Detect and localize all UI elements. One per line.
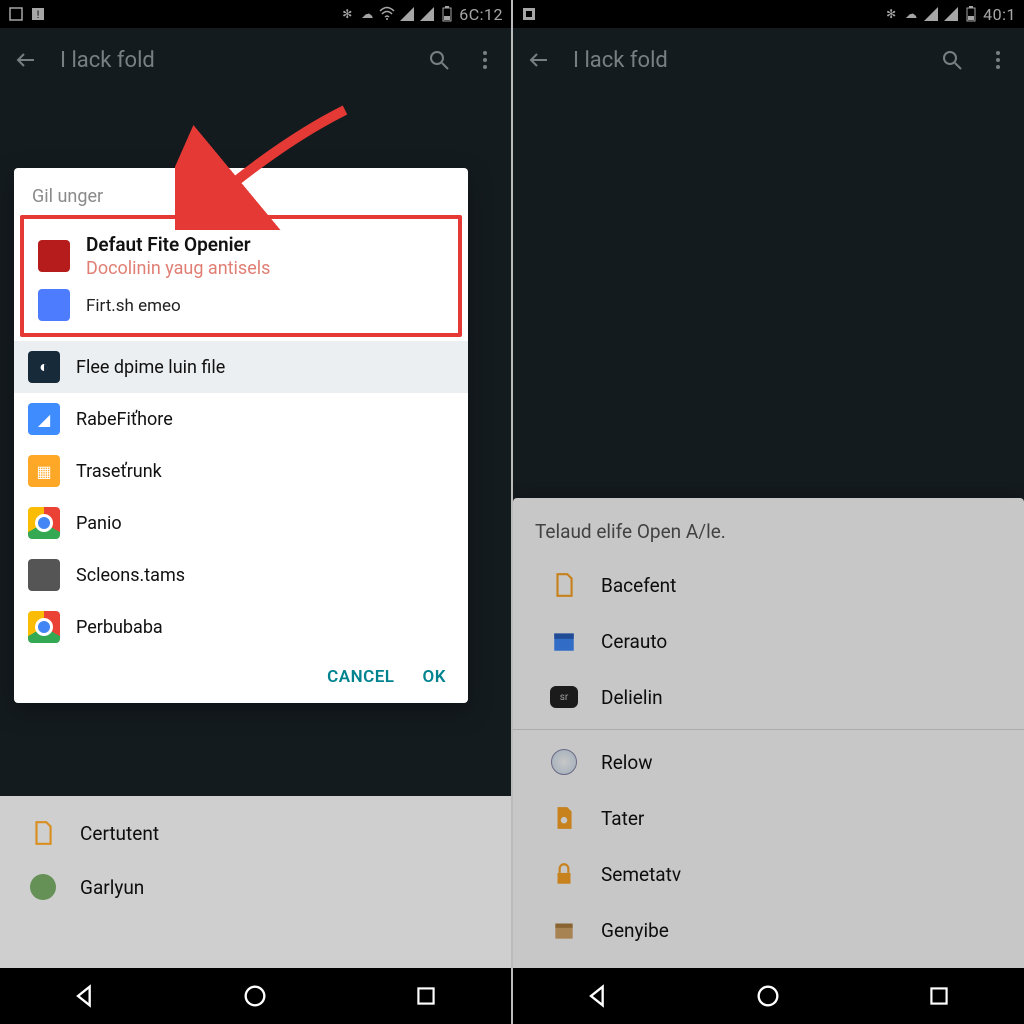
ok-button[interactable]: OK — [423, 667, 447, 687]
list-item[interactable]: Relow — [513, 734, 1024, 790]
doc-icon — [549, 570, 579, 600]
globe-icon — [549, 747, 579, 777]
chrome-icon — [28, 507, 60, 539]
list-item[interactable]: Bacefent — [513, 557, 1024, 613]
list-item-label: Certutent — [80, 822, 159, 845]
app-icon — [38, 240, 70, 272]
option-subtitle: Firt.sh emeo — [86, 296, 181, 316]
doc-icon — [549, 803, 579, 833]
dialog-option[interactable]: Firt.sh emeo — [24, 289, 458, 331]
dialog-option[interactable]: ◐ Flee dpime luin file — [14, 341, 468, 393]
option-subtitle: Docolinin yaug antisels — [86, 258, 270, 279]
nav-bar — [0, 968, 511, 1024]
list-item-label: Tater — [601, 807, 644, 830]
list-item-label: Bacefent — [601, 574, 676, 597]
doc-icon: ▦ — [28, 455, 60, 487]
list-item-label: Relow — [601, 751, 653, 774]
annotation-highlight: Defaut Fite Openier Docolinin yaug antis… — [20, 215, 462, 337]
chrome-icon — [28, 611, 60, 643]
camera-icon: sr — [549, 682, 579, 712]
list-item-label: Semetatv — [601, 863, 681, 886]
option-label: RabeFiťhore — [76, 409, 173, 430]
nav-back[interactable] — [61, 976, 109, 1016]
list-item[interactable]: Semetatv — [513, 846, 1024, 902]
list-item-label: Garlyun — [80, 876, 144, 899]
list-item[interactable]: Cerauto — [513, 613, 1024, 669]
background-list: Certutent Garlyun — [0, 796, 511, 968]
nav-home[interactable] — [744, 976, 792, 1016]
lock-icon — [549, 859, 579, 889]
option-label: Perbubaba — [76, 617, 163, 638]
dialog-option[interactable]: ▦ Traseťrunk — [14, 445, 468, 497]
phone-left: ! ✻ ☁ 6C:12 I lack fold Certutent — [0, 0, 511, 1024]
app-icon — [28, 926, 58, 956]
option-label: Defaut Fite Openier — [86, 233, 270, 256]
list-item-label: Genyibe — [601, 919, 669, 942]
list-item-label: Delielin — [601, 686, 663, 709]
option-label: Scleons.tams — [76, 565, 185, 586]
dialog-option[interactable]: ◢ RabeFiťhore — [14, 393, 468, 445]
list-item[interactable] — [0, 914, 511, 968]
nav-back[interactable] — [574, 976, 622, 1016]
dialog-option[interactable]: Perbubaba — [14, 601, 468, 653]
doc-icon — [28, 818, 58, 848]
list-item[interactable]: Certutent — [0, 806, 511, 860]
list-item[interactable]: Genyibe — [513, 902, 1024, 958]
nav-home[interactable] — [231, 976, 279, 1016]
dialog-option[interactable]: Defaut Fite Openier Docolinin yaug antis… — [24, 223, 458, 289]
nav-bar — [513, 968, 1024, 1024]
app-icon — [28, 872, 58, 902]
app-icon: ◐ — [28, 351, 60, 383]
list-item[interactable]: Tater — [513, 790, 1024, 846]
folder-icon: ◢ — [28, 403, 60, 435]
calendar-icon — [549, 626, 579, 656]
option-label: Flee dpime luin file — [76, 357, 225, 378]
doc-icon — [38, 289, 70, 321]
dialog-option[interactable]: Panio — [14, 497, 468, 549]
box-icon — [549, 915, 579, 945]
option-label: Panio — [76, 513, 122, 534]
option-label: Traseťrunk — [76, 461, 162, 482]
list-item-label: Cerauto — [601, 630, 667, 653]
dialog-option[interactable]: Scleons.tams — [14, 549, 468, 601]
phone-right: ✻ ☁ 40:1 I lack fold Telaud elife Open A… — [511, 0, 1024, 1024]
list-item[interactable]: Garlyun — [0, 860, 511, 914]
nav-recents[interactable] — [915, 976, 963, 1016]
open-with-dialog: Gil unger Defaut Fite Openier Docolinin … — [14, 168, 468, 703]
app-icon — [28, 559, 60, 591]
nav-recents[interactable] — [402, 976, 450, 1016]
divider — [513, 729, 1024, 730]
sheet-title: Telaud elife Open A/le. — [513, 512, 1024, 557]
list-item[interactable]: sr Delielin — [513, 669, 1024, 725]
cancel-button[interactable]: CANCEL — [327, 667, 394, 687]
dialog-title: Gil unger — [14, 168, 468, 215]
bottom-sheet: Telaud elife Open A/le. Bacefent Cerauto… — [513, 498, 1024, 968]
